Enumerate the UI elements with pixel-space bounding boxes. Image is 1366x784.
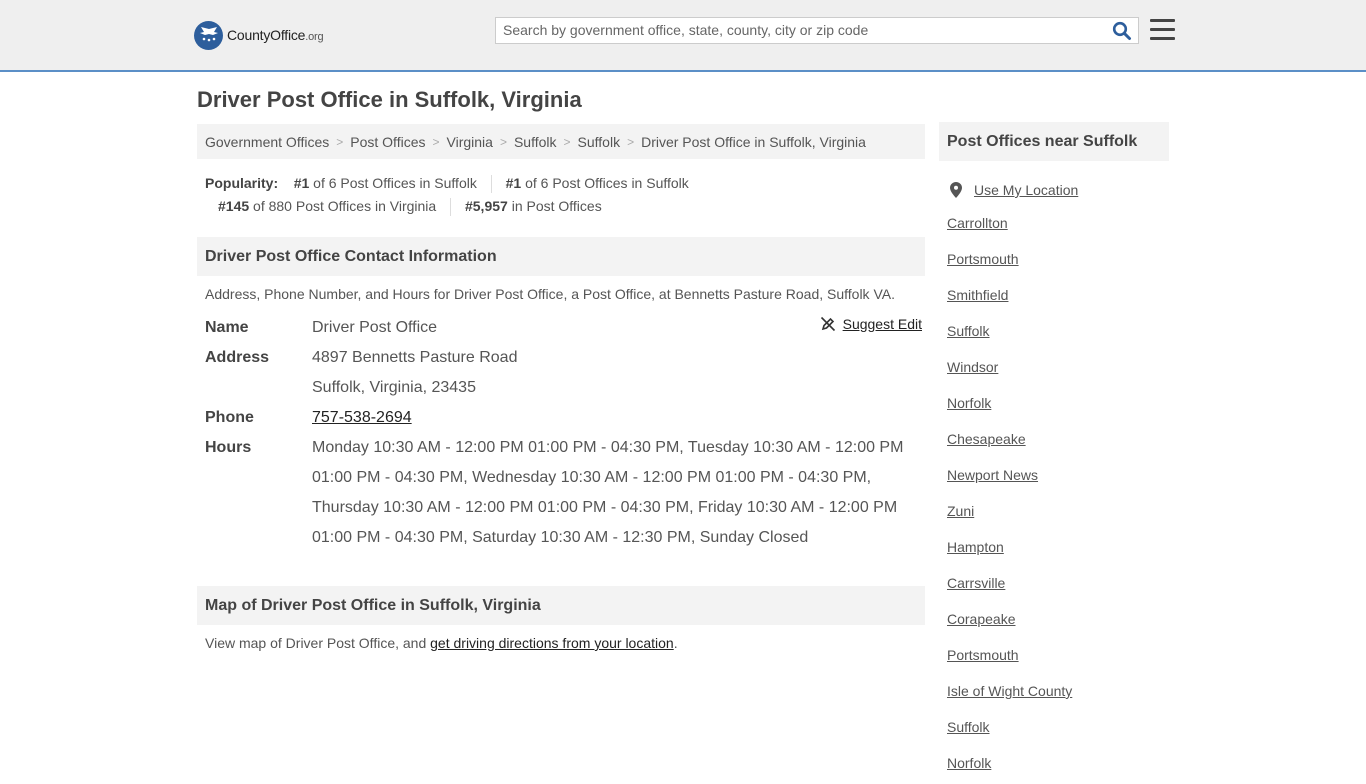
sidebar-link[interactable]: Isle of Wight County xyxy=(947,683,1072,699)
nearby-post-offices-list: Use My Location Carrollton Portsmouth Sm… xyxy=(947,172,1078,784)
address-line-1: 4897 Bennetts Pasture Road xyxy=(312,349,518,366)
sidebar-link[interactable]: Smithfield xyxy=(947,287,1008,303)
logo-tld: .org xyxy=(305,31,324,43)
suggest-edit-link[interactable]: Suggest Edit xyxy=(843,316,922,332)
hours-line: Thursday 10:30 AM - 12:00 PM 01:00 PM - … xyxy=(312,499,898,516)
sidebar-link[interactable]: Suffolk xyxy=(947,719,990,735)
sidebar-link[interactable]: Carrollton xyxy=(947,215,1008,231)
sidebar-item: Norfolk xyxy=(947,748,1078,784)
sidebar-link[interactable]: Newport News xyxy=(947,467,1038,483)
sidebar-link[interactable]: Windsor xyxy=(947,359,998,375)
popularity-label: Popularity: xyxy=(205,175,279,191)
breadcrumb-post-offices[interactable]: Post Offices xyxy=(350,134,425,150)
driving-directions-link[interactable]: get driving directions from your locatio… xyxy=(430,635,674,651)
suggest-edit[interactable]: Suggest Edit xyxy=(820,316,922,332)
breadcrumb-suffolk-county[interactable]: Suffolk xyxy=(514,134,557,150)
sidebar-item: Suffolk xyxy=(947,712,1078,748)
divider xyxy=(450,198,452,217)
breadcrumb-government-offices[interactable]: Government Offices xyxy=(205,134,329,150)
address-label: Address xyxy=(205,349,270,366)
sidebar-item: Norfolk xyxy=(947,388,1078,424)
location-pin-icon xyxy=(950,182,962,198)
sidebar-link[interactable]: Portsmouth xyxy=(947,647,1019,663)
name-value: Driver Post Office xyxy=(312,319,438,336)
sidebar-item: Carrollton xyxy=(947,208,1078,244)
breadcrumb: Government Offices > Post Offices > Virg… xyxy=(197,124,925,159)
use-my-location[interactable]: Use My Location xyxy=(947,172,1078,208)
hamburger-menu-icon[interactable] xyxy=(1150,19,1175,41)
breadcrumb-current: Driver Post Office in Suffolk, Virginia xyxy=(641,133,866,150)
search-input[interactable] xyxy=(503,22,1103,38)
address-row: Address 4897 Bennetts Pasture Road Suffo… xyxy=(205,343,925,403)
sidebar-item: Newport News xyxy=(947,460,1078,496)
map-heading: Map of Driver Post Office in Suffolk, Vi… xyxy=(197,586,925,625)
breadcrumb-separator: > xyxy=(563,134,571,149)
breadcrumb-separator: > xyxy=(432,134,440,149)
sidebar-item: Suffolk xyxy=(947,316,1078,352)
use-my-location-link[interactable]: Use My Location xyxy=(974,175,1078,205)
name-label: Name xyxy=(205,319,249,336)
contact-info-table: Suggest Edit Name Driver Post Office Add… xyxy=(205,313,925,553)
sidebar-link[interactable]: Zuni xyxy=(947,503,974,519)
pencil-off-icon xyxy=(820,316,835,332)
logo-name: CountyOffice xyxy=(227,27,306,43)
popularity-stats: Popularity: #1 of 6 Post Offices in Suff… xyxy=(205,172,925,218)
sidebar-item: Windsor xyxy=(947,352,1078,388)
search-box xyxy=(495,17,1139,44)
hours-label: Hours xyxy=(205,439,252,456)
sidebar-link[interactable]: Corapeake xyxy=(947,611,1016,627)
sidebar-item: Corapeake xyxy=(947,604,1078,640)
page-title: Driver Post Office in Suffolk, Virginia xyxy=(197,87,582,112)
breadcrumb-separator: > xyxy=(627,134,635,149)
hours-line: Monday 10:30 AM - 12:00 PM 01:00 PM - 04… xyxy=(312,439,904,456)
sidebar-link[interactable]: Chesapeake xyxy=(947,431,1026,447)
search-icon[interactable] xyxy=(1112,21,1132,41)
popularity-item: #1 of 6 Post Offices in Suffolk xyxy=(505,175,689,191)
sidebar-link[interactable]: Carrsville xyxy=(947,575,1005,591)
sidebar-item: Portsmouth xyxy=(947,640,1078,676)
popularity-item: #5,957 in Post Offices xyxy=(464,198,602,214)
sidebar-item: Carrsville xyxy=(947,568,1078,604)
sidebar-heading: Post Offices near Suffolk xyxy=(939,122,1169,161)
divider xyxy=(490,175,492,194)
eagle-seal-icon xyxy=(194,20,223,50)
sidebar-link[interactable]: Suffolk xyxy=(947,323,990,339)
contact-info-heading: Driver Post Office Contact Information xyxy=(197,237,925,276)
sidebar-link[interactable]: Portsmouth xyxy=(947,251,1019,267)
breadcrumb-suffolk-city[interactable]: Suffolk xyxy=(578,134,621,150)
map-description: View map of Driver Post Office, and get … xyxy=(205,635,678,651)
hours-line: 01:00 PM - 04:30 PM, Wednesday 10:30 AM … xyxy=(312,469,872,486)
sidebar-link[interactable]: Norfolk xyxy=(947,755,991,771)
site-header: CountyOffice.org xyxy=(0,0,1366,72)
name-row: Name Driver Post Office xyxy=(205,313,925,343)
hours-line: 01:00 PM - 04:30 PM, Saturday 10:30 AM -… xyxy=(312,529,809,546)
popularity-item: #145 of 880 Post Offices in Virginia xyxy=(218,198,437,214)
popularity-item: #1 of 6 Post Offices in Suffolk xyxy=(293,175,477,191)
site-logo[interactable]: CountyOffice.org xyxy=(194,20,324,50)
address-line-2: Suffolk, Virginia, 23435 xyxy=(312,379,476,396)
breadcrumb-separator: > xyxy=(336,134,344,149)
breadcrumb-virginia[interactable]: Virginia xyxy=(447,134,493,150)
sidebar-item: Isle of Wight County xyxy=(947,676,1078,712)
sidebar-link[interactable]: Norfolk xyxy=(947,395,991,411)
phone-label: Phone xyxy=(205,409,254,426)
hours-row: Hours Monday 10:30 AM - 12:00 PM 01:00 P… xyxy=(205,433,925,553)
sidebar-item: Hampton xyxy=(947,532,1078,568)
sidebar-item: Chesapeake xyxy=(947,424,1078,460)
sidebar-item: Zuni xyxy=(947,496,1078,532)
sidebar-item: Portsmouth xyxy=(947,244,1078,280)
phone-row: Phone 757-538-2694 xyxy=(205,403,925,433)
sidebar-item: Smithfield xyxy=(947,280,1078,316)
phone-link[interactable]: 757-538-2694 xyxy=(312,409,412,426)
breadcrumb-separator: > xyxy=(499,134,507,149)
contact-description: Address, Phone Number, and Hours for Dri… xyxy=(205,286,895,302)
sidebar-link[interactable]: Hampton xyxy=(947,539,1004,555)
